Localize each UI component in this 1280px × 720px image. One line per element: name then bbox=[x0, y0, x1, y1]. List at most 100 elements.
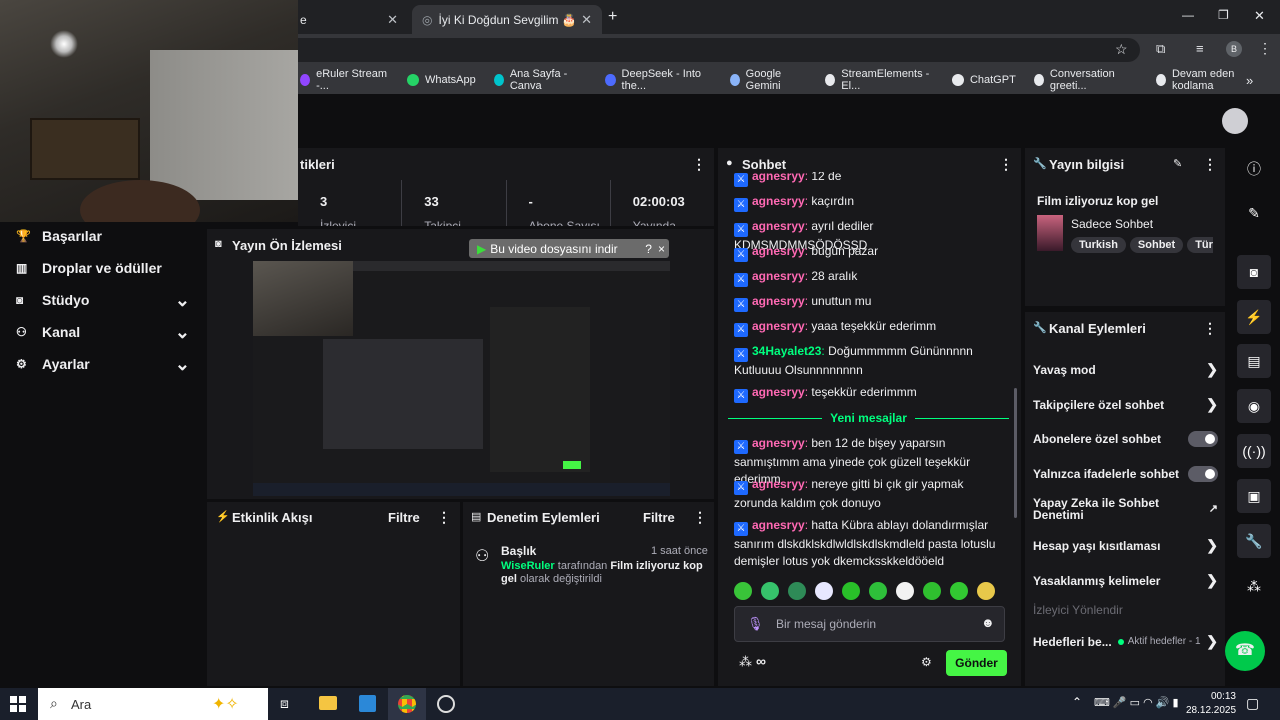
tray-chevron-icon[interactable]: ⌃ bbox=[1072, 695, 1082, 709]
file-explorer-icon[interactable] bbox=[319, 696, 337, 710]
more-bookmarks-icon[interactable]: » bbox=[1246, 73, 1253, 88]
chat-username[interactable]: agnesryy bbox=[752, 477, 805, 491]
age-restriction-row[interactable]: Hesap yaşı kısıtlaması ❯ bbox=[1033, 537, 1218, 554]
stream-tag[interactable]: Türkçe bbox=[1187, 237, 1213, 253]
send-button[interactable]: Gönder bbox=[946, 650, 1007, 676]
notification-icon[interactable]: ▢ bbox=[1246, 695, 1259, 712]
emoji-icon[interactable]: ☻ bbox=[981, 615, 995, 630]
bookmark-item[interactable]: eRuler Stream -... bbox=[300, 68, 389, 92]
sidebar-item-1[interactable]: ▥ Droplar ve ödüller bbox=[16, 252, 190, 284]
info-icon[interactable]: ⓘ bbox=[1237, 152, 1271, 186]
chat-username[interactable]: agnesryy bbox=[752, 172, 805, 183]
chat-username[interactable]: agnesryy bbox=[752, 294, 805, 308]
emote-button[interactable] bbox=[815, 582, 833, 600]
chat-username[interactable]: agnesryy bbox=[752, 319, 805, 333]
tab-close-icon[interactable]: ✕ bbox=[387, 12, 398, 28]
bookmark-item[interactable]: DeepSeek - Into the... bbox=[605, 68, 711, 92]
extensions-icon[interactable]: ⧉ bbox=[1156, 41, 1165, 57]
stream-tag[interactable]: Sohbet bbox=[1129, 237, 1184, 253]
star-icon[interactable]: ☆ bbox=[1115, 41, 1128, 58]
emote-button[interactable] bbox=[842, 582, 860, 600]
store-icon[interactable] bbox=[359, 695, 376, 712]
banned-words-row[interactable]: Yasaklanmış kelimeler ❯ bbox=[1033, 572, 1218, 589]
maximize-icon[interactable]: ❐ bbox=[1218, 8, 1229, 22]
stream-tag[interactable]: Turkish bbox=[1071, 237, 1126, 253]
moderation-filter-button[interactable]: Filtre bbox=[643, 510, 675, 525]
tray-icons[interactable]: ⌨ 🎤 ▭ ◠ 🔊 ▮ bbox=[1094, 696, 1179, 709]
slow-mode-row[interactable]: Yavaş mod ❯ bbox=[1033, 361, 1218, 378]
emote-button[interactable] bbox=[950, 582, 968, 600]
emotes-only-toggle[interactable] bbox=[1188, 466, 1218, 482]
chat-settings-icon[interactable]: ⚙ bbox=[921, 655, 932, 669]
tab-close-icon[interactable]: ✕ bbox=[581, 12, 592, 28]
chat-username[interactable]: agnesryy bbox=[752, 385, 805, 399]
kebab-icon[interactable]: ⋮ bbox=[1203, 320, 1217, 337]
browser-tab-active[interactable]: ◎ İyi Ki Doğdun Sevgilim 🎂 ✕ bbox=[412, 5, 602, 34]
browser-tab[interactable]: e ✕ bbox=[290, 5, 408, 34]
followers-only-row[interactable]: Takipçilere özel sohbet ❯ bbox=[1033, 396, 1218, 413]
kebab-icon[interactable]: ⋮ bbox=[1203, 156, 1217, 173]
edit-icon[interactable]: ✎ bbox=[1237, 196, 1271, 230]
profile-avatar[interactable]: B bbox=[1226, 41, 1242, 57]
chrome-taskbar-item[interactable] bbox=[388, 688, 426, 720]
close-window-icon[interactable]: ✕ bbox=[1254, 8, 1265, 24]
wrench-icon[interactable]: 🔧 bbox=[1237, 524, 1271, 558]
emote-button[interactable] bbox=[761, 582, 779, 600]
emote-button[interactable] bbox=[896, 582, 914, 600]
emote-button[interactable] bbox=[788, 582, 806, 600]
subs-only-toggle[interactable] bbox=[1188, 431, 1218, 447]
chat-username[interactable]: agnesryy bbox=[752, 244, 805, 258]
pencil-icon[interactable]: ✎ bbox=[1173, 157, 1182, 170]
kebab-icon[interactable]: ⋮ bbox=[693, 509, 707, 526]
category-boxart[interactable] bbox=[1037, 215, 1063, 251]
sidebar-item-3[interactable]: ⚇ Kanal ⌄ bbox=[16, 316, 190, 348]
chat-username[interactable]: 34Hayalet23 bbox=[752, 344, 821, 358]
sidebar-item-0[interactable]: 🏆 Başarılar bbox=[16, 220, 190, 252]
emote-button[interactable] bbox=[734, 582, 752, 600]
screen-icon[interactable]: ▣ bbox=[1237, 479, 1271, 513]
sidebar-item-2[interactable]: ◙ Stüdyo ⌄ bbox=[16, 284, 190, 316]
camera-icon[interactable]: ◙ bbox=[1237, 255, 1271, 289]
bookmark-item[interactable]: WhatsApp bbox=[407, 74, 476, 86]
kebab-icon[interactable]: ⋮ bbox=[999, 156, 1013, 173]
new-tab-icon[interactable]: + bbox=[608, 8, 617, 26]
chat-username[interactable]: agnesryy bbox=[752, 269, 805, 283]
download-video-banner[interactable]: ▶ Bu video dosyasını indir ? × bbox=[469, 239, 669, 258]
task-view-icon[interactable]: ⧈ bbox=[280, 695, 289, 712]
mod-entry-user[interactable]: WiseRuler bbox=[501, 560, 555, 572]
media-icon[interactable]: ≡ bbox=[1196, 41, 1204, 56]
minimize-icon[interactable]: — bbox=[1182, 8, 1194, 22]
preview-video[interactable] bbox=[253, 261, 670, 496]
chat-username[interactable]: agnesryy bbox=[752, 518, 805, 532]
lightning-icon[interactable]: ⚡ bbox=[1237, 300, 1271, 334]
bookmark-item[interactable]: ChatGPT bbox=[951, 74, 1016, 86]
broadcast-icon[interactable]: ((·)) bbox=[1237, 434, 1271, 468]
kebab-icon[interactable]: ⋮ bbox=[437, 509, 451, 526]
ai-moderation-row[interactable]: Yapay Zeka ile Sohbet Denetimi ↗ bbox=[1033, 497, 1218, 521]
bookmark-item[interactable]: StreamElements - El... bbox=[825, 68, 934, 92]
taskbar-search[interactable]: ⌕ Ara ✦✧ bbox=[38, 688, 268, 720]
windows-start-icon[interactable] bbox=[10, 696, 26, 712]
emote-button[interactable] bbox=[923, 582, 941, 600]
obs-icon[interactable] bbox=[437, 695, 455, 713]
taskbar-clock[interactable]: 00:13 28.12.2025 bbox=[1186, 690, 1236, 718]
chat-icon[interactable]: ◉ bbox=[1237, 389, 1271, 423]
bookmark-item[interactable]: Conversation greeti... bbox=[1033, 68, 1138, 92]
close-icon[interactable]: × bbox=[658, 242, 665, 256]
bookmark-item[interactable]: Ana Sayfa - Canva bbox=[493, 68, 588, 92]
help-icon[interactable]: ? bbox=[645, 242, 652, 256]
emote-button[interactable] bbox=[869, 582, 887, 600]
chat-username[interactable]: agnesryy bbox=[752, 194, 805, 208]
bookmark-item[interactable]: Google Gemini bbox=[729, 68, 808, 92]
support-chat-icon[interactable]: ☎ bbox=[1225, 631, 1265, 671]
emote-button[interactable] bbox=[977, 582, 995, 600]
channel-points-icon[interactable]: ⁂ bbox=[739, 654, 752, 670]
chat-username[interactable]: agnesryy bbox=[752, 436, 805, 450]
sidebar-item-4[interactable]: ⚙ Ayarlar ⌄ bbox=[16, 348, 190, 380]
chat-input[interactable]: 🎙 Bir mesaj gönderin ☻ bbox=[734, 606, 1005, 642]
kebab-icon[interactable]: ⋮ bbox=[692, 156, 706, 173]
microphone-icon[interactable]: 🎙 bbox=[747, 616, 764, 632]
goals-row[interactable]: Hedefleri be... Aktif hedefler - 1 ❯ bbox=[1033, 633, 1218, 650]
more-apps-icon[interactable]: ⁂ bbox=[1237, 569, 1271, 603]
chat-username[interactable]: agnesryy bbox=[752, 219, 805, 233]
